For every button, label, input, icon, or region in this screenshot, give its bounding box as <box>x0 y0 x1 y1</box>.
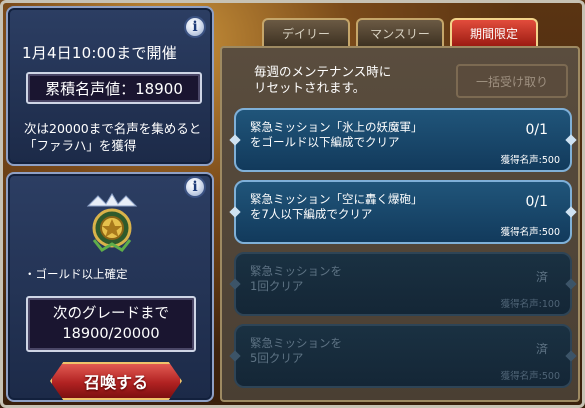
mission-item-completed: 緊急ミッションを 5回クリア 済 獲得名声:500 <box>234 324 572 388</box>
next-grade-label: 次のグレードまで <box>53 306 169 322</box>
summon-button[interactable]: 召喚する <box>50 362 182 400</box>
event-date: 1月4日10:00まで開催 <box>22 44 177 62</box>
event-info-panel: i 1月4日10:00まで開催 累積名声値：18900 次は20000まで名声を… <box>6 6 214 166</box>
tab-limited[interactable]: 期間限定 <box>450 18 538 46</box>
mission-title-line1: 緊急ミッションを <box>250 264 342 278</box>
mission-title-line1: 緊急ミッション「空に轟く爆砲」 <box>250 192 423 206</box>
claim-all-button[interactable]: 一括受け取り <box>456 64 568 98</box>
mission-item[interactable]: 緊急ミッション「氷上の妖魔軍」 をゴールド以下編成でクリア 0/1 獲得名声:5… <box>234 108 572 172</box>
mission-item[interactable]: 緊急ミッション「空に轟く爆砲」 を7人以下編成でクリア 0/1 獲得名声:500 <box>234 180 572 244</box>
mission-title: 緊急ミッション「氷上の妖魔軍」 をゴールド以下編成でクリア <box>250 120 423 150</box>
guarantee-text: ・ゴールド以上確定 <box>24 267 128 281</box>
fame-note-line2: 「ファラハ」を獲得 <box>24 138 137 153</box>
mission-progress: 0/1 <box>525 194 548 210</box>
mission-title: 緊急ミッションを 1回クリア <box>250 264 342 294</box>
claim-all-label: 一括受け取り <box>475 74 548 89</box>
info-icon[interactable]: i <box>184 16 206 38</box>
fame-reward-note: 次は20000まで名声を集めると 「ファラハ」を獲得 <box>24 120 214 154</box>
mission-status: 済 <box>535 270 548 284</box>
mission-title-line2: を7人以下編成でクリア <box>250 207 373 221</box>
mission-title: 緊急ミッションを 5回クリア <box>250 336 342 366</box>
mission-title-line2: 1回クリア <box>250 279 304 293</box>
mission-progress: 0/1 <box>525 122 548 138</box>
mission-reward: 獲得名声:500 <box>500 227 560 238</box>
summon-panel: i ・ゴールド以上確定 次のグレードまで 18900/20000 召喚する <box>6 172 214 402</box>
golden-emblem-icon <box>86 193 138 252</box>
mission-tabs: デイリー マンスリー 期間限定 <box>262 18 538 46</box>
reset-note-line1: 毎週のメンテナンス時に <box>254 64 392 79</box>
mission-title-line2: 5回クリア <box>250 351 304 365</box>
mission-title: 緊急ミッション「空に轟く爆砲」 を7人以下編成でクリア <box>250 192 423 222</box>
tab-daily[interactable]: デイリー <box>262 18 350 46</box>
summon-button-label: 召喚する <box>83 373 148 392</box>
mission-item-completed: 緊急ミッションを 1回クリア 済 獲得名声:100 <box>234 252 572 316</box>
mission-reward: 獲得名声:500 <box>500 155 560 166</box>
mission-title-line1: 緊急ミッション「氷上の妖魔軍」 <box>250 120 423 134</box>
fame-note-line1: 次は20000まで名声を集めると <box>24 121 202 136</box>
next-grade-progress: 18900/20000 <box>62 326 160 342</box>
reset-note-line2: リセットされます。 <box>254 80 366 95</box>
reset-note: 毎週のメンテナンス時に リセットされます。 <box>254 64 391 96</box>
mission-title-line2: をゴールド以下編成でクリア <box>250 135 400 149</box>
info-icon[interactable]: i <box>184 176 206 198</box>
accumulated-fame-box: 累積名声値：18900 <box>26 72 202 104</box>
mission-title-line1: 緊急ミッションを <box>250 336 342 350</box>
mission-reward: 獲得名声:100 <box>500 299 560 310</box>
tab-monthly[interactable]: マンスリー <box>356 18 444 46</box>
mission-reward: 獲得名声:500 <box>500 371 560 382</box>
mission-status: 済 <box>535 342 548 356</box>
next-grade-box: 次のグレードまで 18900/20000 <box>26 296 196 352</box>
accumulated-fame-label: 累積名声値：18900 <box>45 79 183 98</box>
mission-list-panel: 毎週のメンテナンス時に リセットされます。 一括受け取り 緊急ミッション「氷上の… <box>220 46 580 402</box>
